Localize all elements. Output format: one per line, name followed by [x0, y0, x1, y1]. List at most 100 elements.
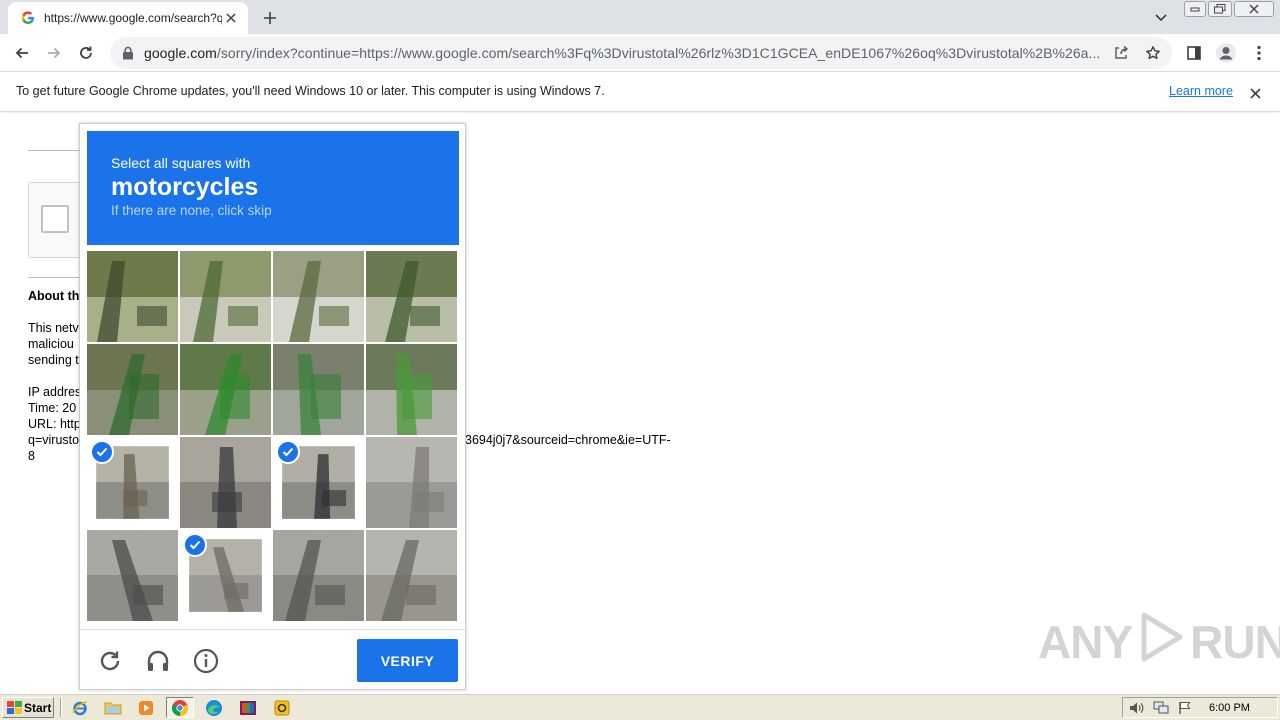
tile-image [273, 251, 364, 342]
challenge-tile[interactable] [180, 251, 271, 342]
browser-toolbar: google.com/sorry/index?continue=https://… [0, 34, 1280, 72]
challenge-tile[interactable] [87, 437, 178, 528]
tile-image [366, 251, 457, 342]
page-text-line: Time: 20 [28, 401, 77, 415]
challenge-tile[interactable] [366, 251, 457, 342]
taskbar-clock: 6:00 PM [1209, 701, 1250, 714]
page-text-line: This netv [28, 321, 79, 335]
tile-image [87, 251, 178, 342]
google-favicon-icon [20, 10, 36, 26]
watermark-text-right: RUN [1190, 616, 1280, 668]
page-text-line: IP addres [28, 385, 82, 399]
tile-image [366, 530, 457, 621]
start-label: Start [24, 700, 52, 715]
tab-search-chevron-down-icon[interactable] [1150, 7, 1172, 29]
tile-image [273, 344, 364, 435]
challenge-tile[interactable] [180, 344, 271, 435]
tab-strip: https://www.google.com/search?q=vi [0, 0, 1280, 34]
kebab-menu-icon[interactable] [1245, 39, 1273, 67]
media-player-icon[interactable] [132, 697, 160, 718]
infobar-message: To get future Google Chrome updates, you… [16, 84, 605, 98]
tile-image [87, 530, 178, 621]
window-restore-button[interactable] [1208, 1, 1232, 17]
challenge-tile[interactable] [273, 344, 364, 435]
challenge-tile[interactable] [273, 530, 364, 621]
bookmark-star-icon[interactable] [1140, 40, 1166, 66]
browser-tab[interactable]: https://www.google.com/search?q=vi [8, 2, 248, 34]
ie-icon[interactable] [66, 697, 94, 718]
edge-icon[interactable] [200, 697, 228, 718]
profile-icon[interactable] [1212, 39, 1240, 67]
challenge-tile[interactable] [180, 530, 271, 621]
side-panel-icon[interactable] [1180, 39, 1208, 67]
lock-icon[interactable] [120, 45, 136, 61]
challenge-footer: VERIFY [80, 629, 465, 690]
infobar-close-icon[interactable] [1246, 84, 1264, 102]
tile-image [87, 344, 178, 435]
address-url[interactable]: google.com/sorry/index?continue=https://… [144, 45, 1102, 61]
update-infobar: To get future Google Chrome updates, you… [0, 72, 1280, 112]
start-button[interactable]: Start [2, 697, 54, 718]
recaptcha-checkbox[interactable] [41, 205, 69, 233]
challenge-tile[interactable] [87, 530, 178, 621]
tile-image [180, 437, 271, 528]
page-text-line: maliciou [28, 337, 74, 351]
speaker-icon[interactable] [1127, 699, 1147, 717]
reload-icon[interactable] [72, 39, 100, 67]
challenge-image-grid [87, 251, 459, 623]
challenge-tile[interactable] [87, 251, 178, 342]
address-path: /sorry/index?continue=https://www.google… [216, 45, 1101, 61]
challenge-tile[interactable] [273, 251, 364, 342]
challenge-header: Select all squares with motorcycles If t… [87, 131, 459, 245]
page-url-tail: 3694j0j7&sourceid=chrome&ie=UTF- [465, 433, 671, 447]
challenge-tile[interactable] [273, 437, 364, 528]
challenge-target: motorcycles [111, 173, 259, 201]
play-logo-icon [1138, 611, 1184, 674]
tile-image [180, 251, 271, 342]
share-icon[interactable] [1108, 40, 1134, 66]
tile-image [273, 530, 364, 621]
headphones-icon[interactable] [143, 646, 173, 676]
norton-icon[interactable] [268, 697, 296, 718]
anyrun-watermark: ANY RUN [1038, 612, 1280, 672]
challenge-tile[interactable] [366, 344, 457, 435]
tile-image [366, 344, 457, 435]
address-bar[interactable]: google.com/sorry/index?continue=https://… [110, 37, 1172, 69]
new-tab-plus-icon[interactable] [258, 6, 282, 30]
watermark-text-left: ANY [1038, 616, 1133, 668]
tab-title: https://www.google.com/search?q=vi [44, 11, 222, 25]
chrome-icon[interactable] [166, 697, 194, 718]
windows-flag-icon [6, 701, 22, 715]
challenge-tile[interactable] [87, 344, 178, 435]
challenge-tile[interactable] [366, 437, 457, 528]
windows-taskbar: Start 6:00 PM [0, 693, 1280, 720]
winrar-icon[interactable] [234, 697, 262, 718]
learn-more-link[interactable]: Learn more [1169, 84, 1233, 98]
window-close-button[interactable] [1234, 1, 1274, 17]
reload-icon[interactable] [95, 646, 125, 676]
recaptcha-challenge-dialog: Select all squares with motorcycles If t… [79, 123, 466, 690]
tile-image [180, 344, 271, 435]
window-minimize-button[interactable] [1184, 1, 1206, 17]
about-heading: About th [28, 289, 80, 303]
challenge-instruction: Select all squares with [111, 155, 251, 171]
challenge-tile[interactable] [180, 437, 271, 528]
flag-icon[interactable] [1175, 699, 1195, 717]
taskbar-separator [60, 698, 62, 717]
network-icon[interactable] [1151, 699, 1171, 717]
tab-close-icon[interactable] [222, 9, 240, 27]
selected-check-icon [276, 440, 300, 464]
forward-arrow-icon[interactable] [40, 39, 68, 67]
page-text-line: URL: http [28, 417, 81, 431]
info-icon[interactable] [191, 646, 221, 676]
verify-button[interactable]: VERIFY [357, 639, 458, 682]
explorer-folder-icon[interactable] [99, 697, 127, 718]
selected-check-icon [90, 440, 114, 464]
address-host: google.com [144, 45, 217, 61]
challenge-tile[interactable] [366, 530, 457, 621]
page-text-line: 8 [28, 449, 35, 463]
page-text-line: q=virusto [28, 433, 80, 447]
back-arrow-icon[interactable] [8, 39, 36, 67]
selected-check-icon [183, 533, 207, 557]
page-text-line: sending t [28, 353, 79, 367]
